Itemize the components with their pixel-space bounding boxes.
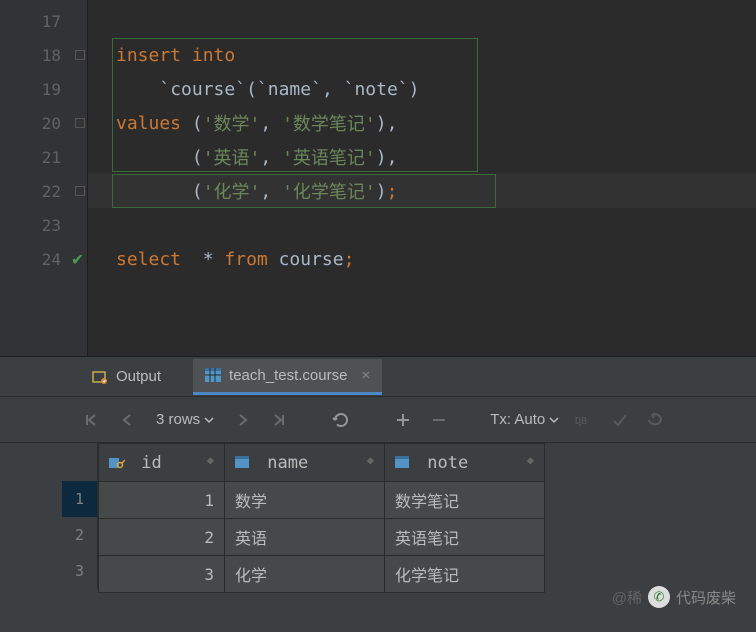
code-area[interactable]: insert into `course`(`name`, `note`)valu… xyxy=(88,0,756,356)
commit-icon[interactable]: DB xyxy=(573,409,595,431)
cell-name[interactable]: 化学 xyxy=(225,556,385,593)
result-tabs: Output teach_test.course × xyxy=(0,357,756,397)
close-icon[interactable]: × xyxy=(361,367,370,384)
chevron-down-icon xyxy=(549,415,559,425)
code-line[interactable]: values ('数学', '数学笔记'), xyxy=(88,106,756,140)
tab-table[interactable]: teach_test.course × xyxy=(193,359,382,395)
line-number: 21 xyxy=(42,148,61,167)
tab-table-label: teach_test.course xyxy=(229,367,347,384)
result-toolbar: 3 rows Tx: Auto DB xyxy=(0,397,756,443)
cell-note[interactable]: 数学笔记 xyxy=(385,482,545,519)
tab-output-label: Output xyxy=(116,368,161,385)
refresh-icon[interactable] xyxy=(330,409,352,431)
table-row[interactable]: 2英语英语笔记 xyxy=(99,519,545,556)
gutter-row: 19 xyxy=(0,72,87,106)
code-editor[interactable]: 17 18 19 20 21 22 23 24 ✔ insert into `course`(`… xyxy=(0,0,756,356)
sort-icon: ◆ xyxy=(207,453,214,467)
code-line[interactable]: ('英语', '英语笔记'), xyxy=(88,140,756,174)
code-line[interactable]: insert into xyxy=(88,38,756,72)
code-line[interactable]: ('化学', '化学笔记'); xyxy=(88,174,756,208)
tx-mode[interactable]: Tx: Auto xyxy=(490,411,559,428)
column-icon xyxy=(395,456,411,470)
gutter-row: 21 xyxy=(0,140,87,174)
gutter-row: 24 ✔ xyxy=(0,242,87,276)
sort-icon: ◆ xyxy=(367,453,374,467)
remove-row-icon[interactable] xyxy=(428,409,450,431)
last-page-icon[interactable] xyxy=(268,409,290,431)
line-number: 19 xyxy=(42,80,61,99)
column-header-id[interactable]: id ◆ xyxy=(99,444,225,482)
fold-icon[interactable] xyxy=(75,186,85,196)
gutter-row: 18 xyxy=(0,38,87,72)
output-icon xyxy=(92,369,108,385)
wechat-icon: ✆ xyxy=(648,586,670,608)
sort-icon: ◆ xyxy=(527,453,534,467)
line-number: 23 xyxy=(42,216,61,235)
cell-id[interactable]: 1 xyxy=(99,482,225,519)
cell-name[interactable]: 数学 xyxy=(225,482,385,519)
line-number: 22 xyxy=(42,182,61,201)
line-number: 24 xyxy=(42,250,61,269)
column-icon xyxy=(235,456,251,470)
code-line[interactable] xyxy=(88,4,756,38)
table-icon xyxy=(205,368,221,382)
revert-icon[interactable] xyxy=(645,409,667,431)
tab-output[interactable]: Output xyxy=(80,360,173,393)
line-number: 17 xyxy=(42,12,61,31)
gutter: 17 18 19 20 21 22 23 24 ✔ xyxy=(0,0,88,356)
column-header-name[interactable]: name ◆ xyxy=(225,444,385,482)
cell-note[interactable]: 化学笔记 xyxy=(385,556,545,593)
line-number: 20 xyxy=(42,114,61,133)
cell-note[interactable]: 英语笔记 xyxy=(385,519,545,556)
row-number[interactable]: 3 xyxy=(62,553,98,589)
cell-id[interactable]: 3 xyxy=(99,556,225,593)
line-number: 18 xyxy=(42,46,61,65)
key-icon xyxy=(109,456,125,470)
prev-page-icon[interactable] xyxy=(116,409,138,431)
first-page-icon[interactable] xyxy=(80,409,102,431)
rows-count[interactable]: 3 rows xyxy=(152,411,218,428)
code-line[interactable]: select * from course; xyxy=(88,242,756,276)
run-success-icon: ✔ xyxy=(72,249,83,270)
table-header-row: id ◆ name ◆ note ◆ xyxy=(99,444,545,482)
next-page-icon[interactable] xyxy=(232,409,254,431)
data-table: id ◆ name ◆ note ◆ 1数学数学笔记2英语英语笔记3化学化 xyxy=(98,443,545,593)
watermark: @稀 ✆ 代码废柴 xyxy=(612,586,736,608)
table-row[interactable]: 3化学化学笔记 xyxy=(99,556,545,593)
chevron-down-icon xyxy=(204,415,214,425)
submit-icon[interactable] xyxy=(609,409,631,431)
gutter-row: 20 xyxy=(0,106,87,140)
row-number-gutter: 1 2 3 xyxy=(62,443,98,593)
table-row[interactable]: 1数学数学笔记 xyxy=(99,482,545,519)
svg-text:DB: DB xyxy=(575,416,587,427)
code-line[interactable] xyxy=(88,208,756,242)
gutter-row: 22 xyxy=(0,174,87,208)
column-header-note[interactable]: note ◆ xyxy=(385,444,545,482)
result-grid[interactable]: 1 2 3 id ◆ name ◆ xyxy=(0,443,756,593)
code-line[interactable]: `course`(`name`, `note`) xyxy=(88,72,756,106)
add-row-icon[interactable] xyxy=(392,409,414,431)
fold-icon[interactable] xyxy=(75,50,85,60)
gutter-row: 17 xyxy=(0,4,87,38)
row-number[interactable]: 2 xyxy=(62,517,98,553)
gutter-row: 23 xyxy=(0,208,87,242)
cell-name[interactable]: 英语 xyxy=(225,519,385,556)
fold-icon[interactable] xyxy=(75,118,85,128)
cell-id[interactable]: 2 xyxy=(99,519,225,556)
row-number[interactable]: 1 xyxy=(62,481,98,517)
